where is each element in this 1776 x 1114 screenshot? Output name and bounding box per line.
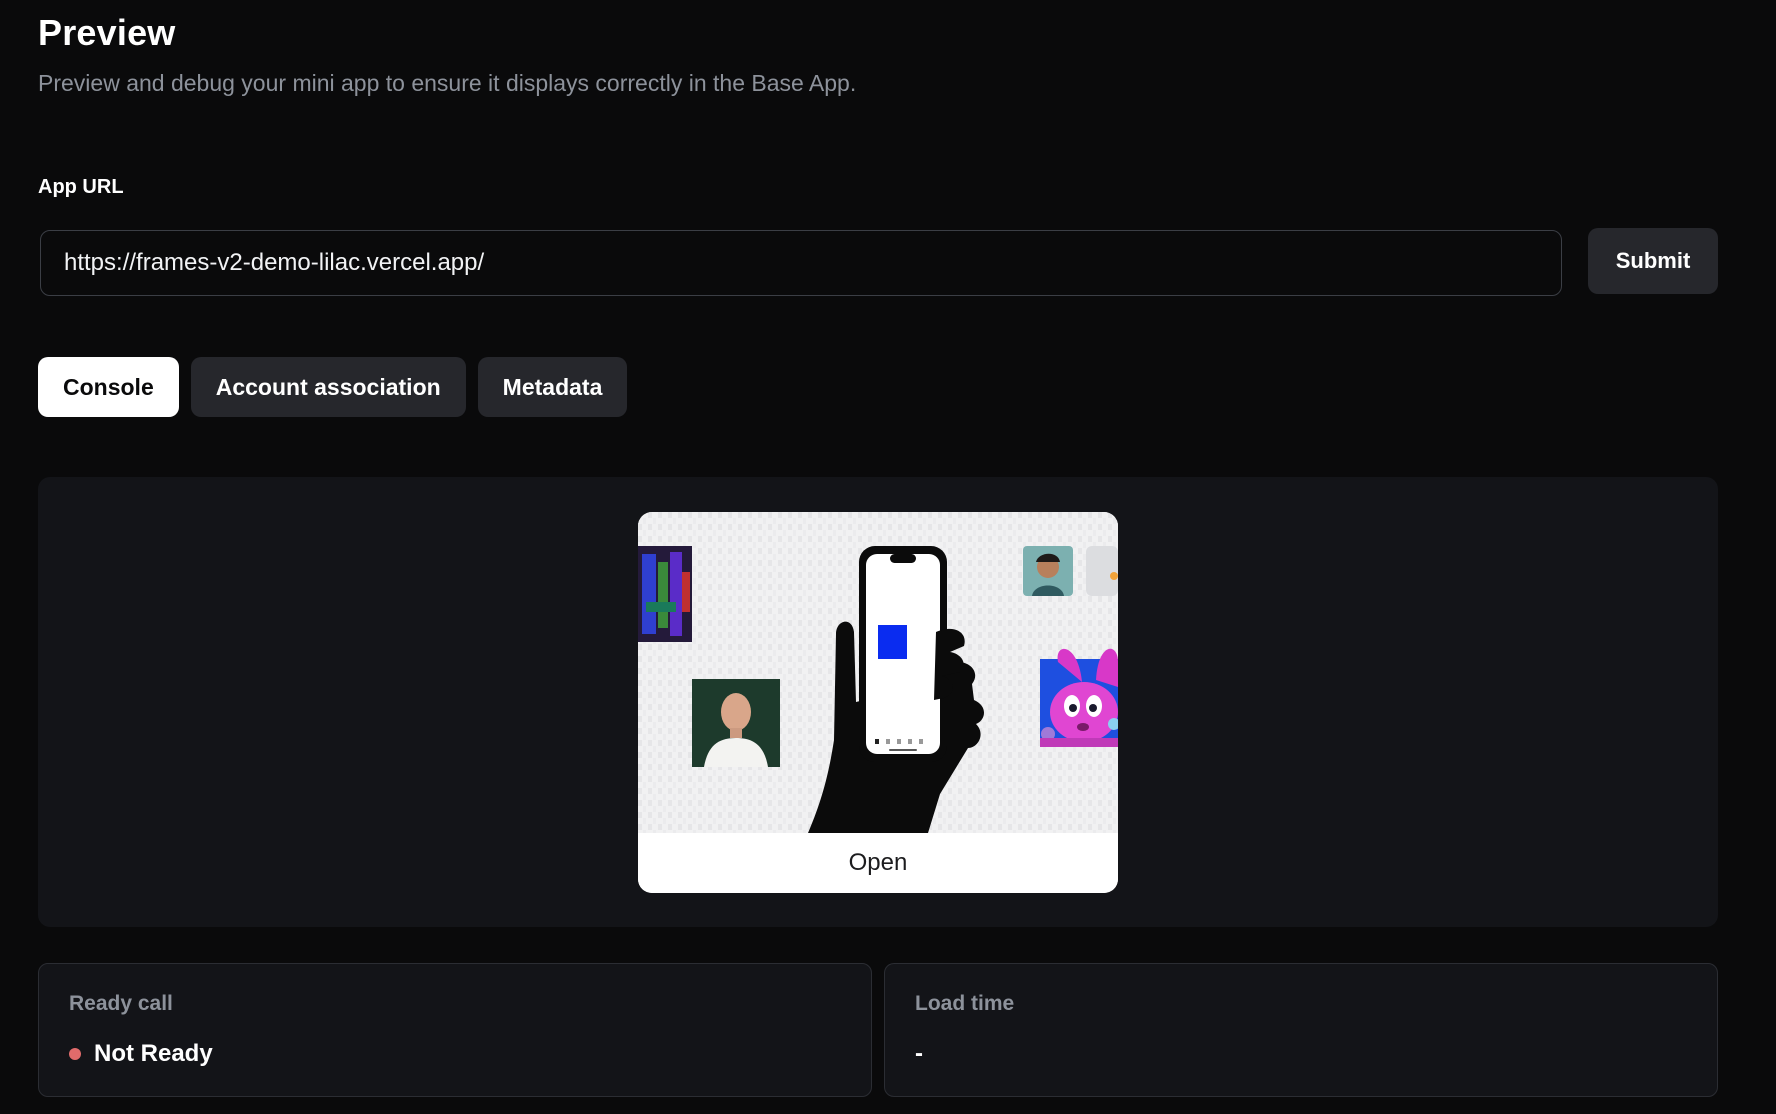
tab-account-association[interactable]: Account association (190, 357, 466, 417)
app-url-input[interactable] (40, 230, 1562, 296)
tab-bar: Console Account association Metadata (38, 357, 628, 417)
load-time-value: - (915, 1040, 923, 1067)
open-button[interactable]: Open (638, 833, 1118, 893)
load-time-label: Load time (915, 992, 1015, 1015)
ready-call-label: Ready call (69, 992, 173, 1015)
submit-button[interactable]: Submit (1588, 228, 1718, 294)
mini-app-embed-card[interactable]: Open (638, 512, 1118, 893)
ready-call-value: Not Ready (94, 1040, 213, 1067)
ready-call-status: Not Ready (69, 1040, 213, 1068)
ready-call-card: Ready call Not Ready (38, 963, 872, 1097)
page-title: Preview (38, 12, 176, 53)
bunny-artwork-icon (1040, 648, 1118, 747)
preview-page: Preview Preview and debug your mini app … (0, 0, 1776, 1114)
tab-metadata[interactable]: Metadata (477, 357, 628, 417)
embed-image[interactable] (638, 512, 1118, 833)
glitch-artwork-icon (638, 546, 692, 642)
page-subtitle: Preview and debug your mini app to ensur… (38, 70, 857, 96)
portrait-photo-icon (692, 679, 780, 767)
tab-console[interactable]: Console (38, 357, 179, 417)
app-url-label: App URL (38, 176, 124, 198)
avatar-photo-icon (1023, 546, 1118, 596)
status-dot-icon (69, 1048, 81, 1060)
load-time-card: Load time - (884, 963, 1718, 1097)
